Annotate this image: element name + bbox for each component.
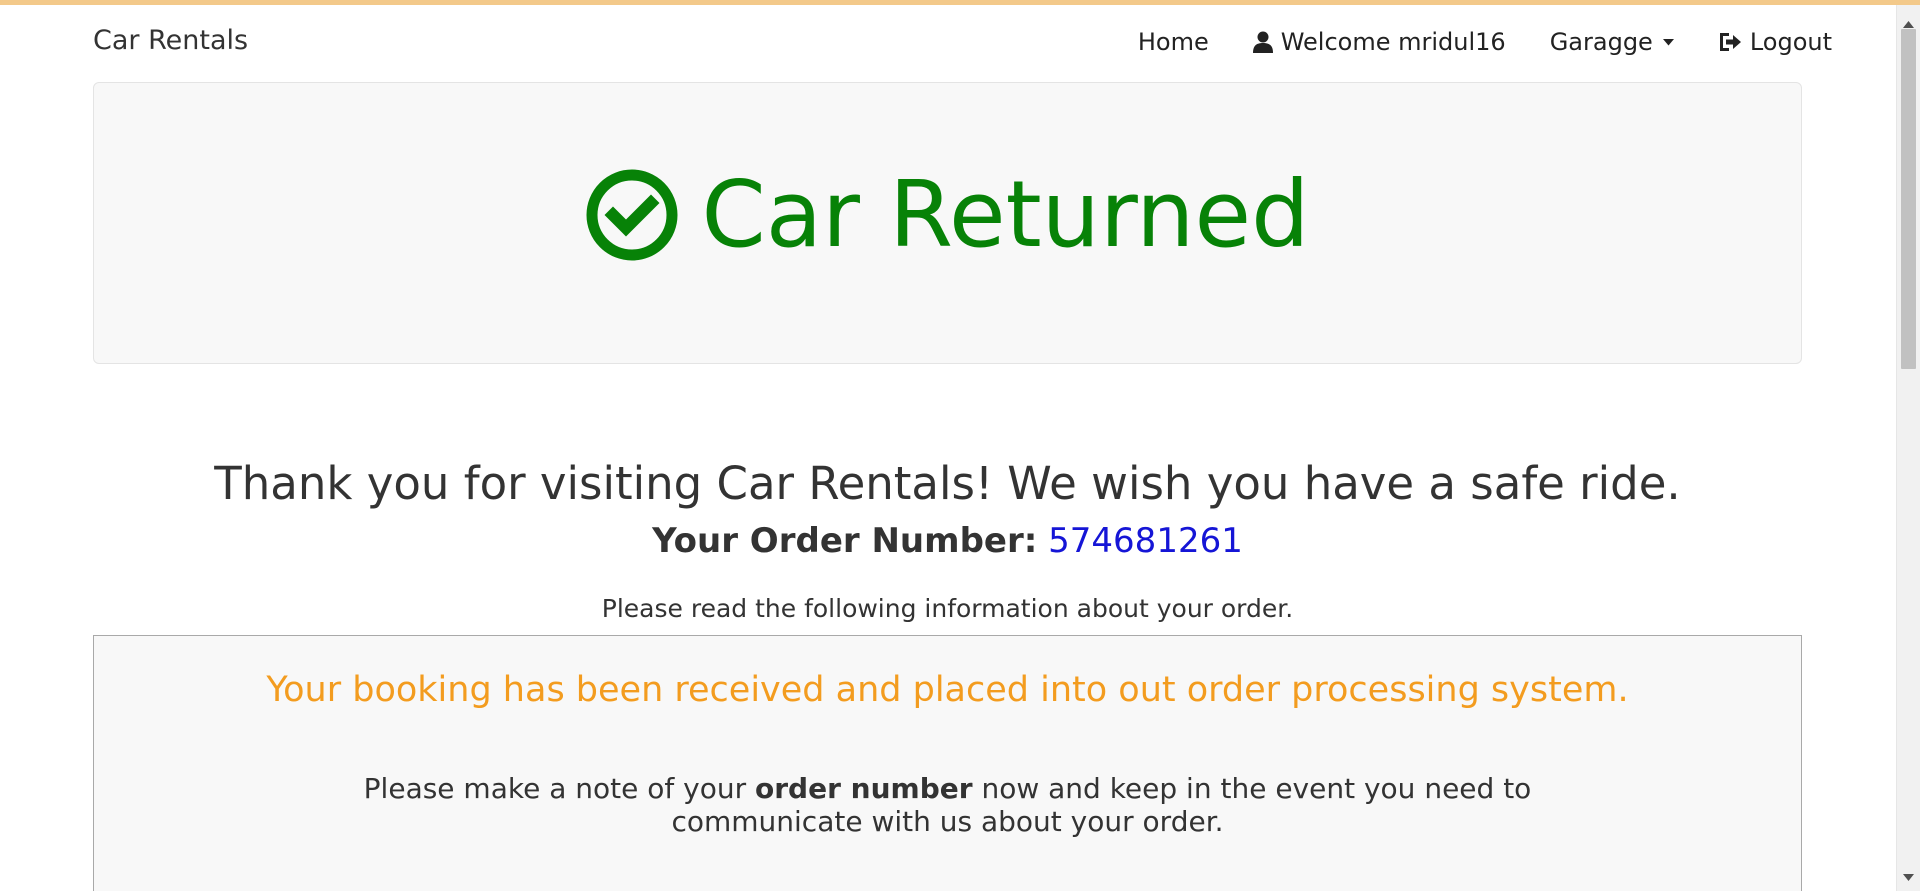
nav-welcome-link[interactable]: Welcome mridul16 bbox=[1231, 28, 1528, 56]
status-title: Car Returned bbox=[701, 161, 1310, 268]
check-circle-icon bbox=[586, 169, 678, 261]
order-note-text: Please make a note of your order number … bbox=[294, 772, 1601, 838]
nav-welcome-label: Welcome mridul16 bbox=[1280, 28, 1506, 56]
caret-down-icon bbox=[1662, 38, 1674, 46]
note-prefix: Please make a note of your bbox=[363, 772, 756, 805]
nav-home-label: Home bbox=[1137, 28, 1209, 56]
nav-logout-link[interactable]: Logout bbox=[1696, 28, 1854, 56]
nav-logout-label: Logout bbox=[1749, 28, 1832, 56]
nav-garage-label: Garagge bbox=[1549, 28, 1653, 56]
brand-link[interactable]: Car Rentals bbox=[93, 25, 248, 56]
note-bold: order number bbox=[755, 772, 973, 805]
navbar: Car Rentals Home Welcome mridul16 Garagg… bbox=[0, 5, 1896, 79]
order-number-value: 574681261 bbox=[1048, 521, 1243, 561]
scroll-down-arrow-icon[interactable] bbox=[1903, 866, 1914, 885]
status-jumbotron: Car Returned bbox=[93, 82, 1802, 364]
booking-received-message: Your booking has been received and place… bbox=[266, 670, 1629, 710]
thanks-heading: Thank you for visiting Car Rentals! We w… bbox=[214, 457, 1681, 510]
scrollbar-thumb[interactable] bbox=[1901, 29, 1916, 369]
vertical-scrollbar[interactable] bbox=[1896, 5, 1920, 891]
logout-icon bbox=[1718, 31, 1742, 53]
nav-garage-dropdown[interactable]: Garagge bbox=[1528, 28, 1696, 56]
order-info-intro: Please read the following information ab… bbox=[601, 594, 1294, 623]
order-number-line: Your Order Number: 574681261 bbox=[93, 521, 1802, 561]
order-info-panel: Your booking has been received and place… bbox=[93, 635, 1802, 891]
status-heading: Car Returned bbox=[94, 169, 1801, 261]
page: Car Rentals Home Welcome mridul16 Garagg… bbox=[0, 5, 1896, 891]
nav-right: Home Welcome mridul16 Garagge Logout bbox=[1116, 5, 1896, 79]
user-icon bbox=[1252, 31, 1273, 53]
order-number-label: Your Order Number: bbox=[652, 521, 1038, 561]
nav-home-link[interactable]: Home bbox=[1116, 28, 1231, 56]
